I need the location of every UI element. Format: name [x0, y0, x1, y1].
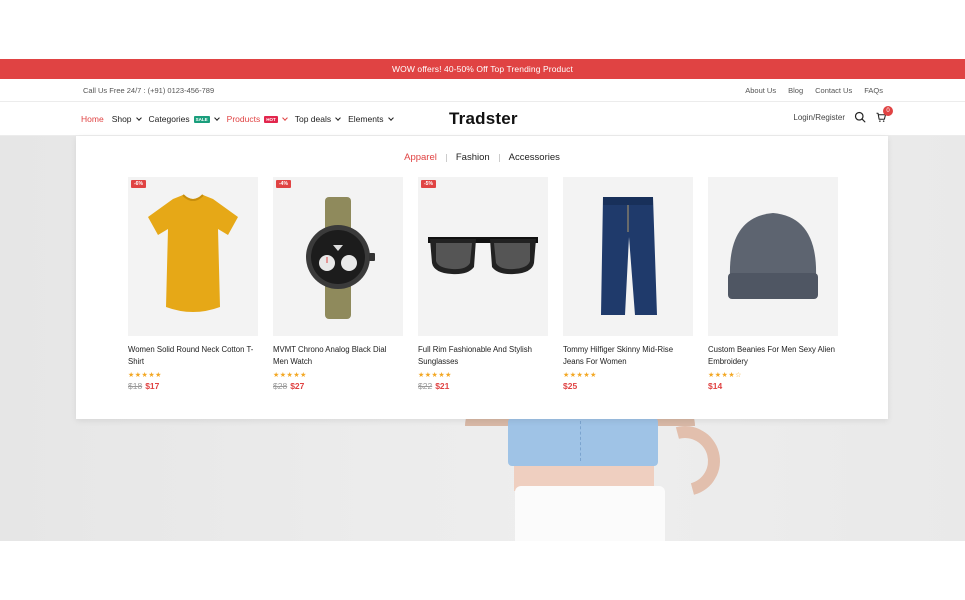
chevron-down-icon [281, 115, 288, 121]
cart-button[interactable]: 0 [875, 106, 893, 123]
mega-menu-tabs: Apparel Fashion Accessories [76, 152, 888, 163]
nav-top-deals-label: Top deals [294, 114, 332, 124]
main-nav: Home Shop Categories SALE Products HOT T… [0, 102, 965, 136]
promo-text[interactable]: WOW offers! 40-50% Off Top Trending Prod… [392, 64, 573, 74]
nav-actions: Login/Register 0 [793, 106, 893, 123]
hero-model-top [508, 418, 658, 466]
page: WOW offers! 40-50% Off Top Trending Prod… [0, 0, 965, 600]
sunglasses-image [428, 237, 538, 275]
current-price: $25 [563, 381, 578, 391]
product-card[interactable]: -5% Full Rim Fashionable And Stylish Sun… [418, 177, 548, 391]
faqs-link[interactable]: FAQs [864, 86, 883, 95]
beanie-image [728, 213, 818, 299]
watch-image [306, 197, 375, 319]
search-button[interactable] [854, 111, 866, 123]
rating-stars: ★★★★★ [273, 372, 307, 379]
product-image[interactable]: -5% [418, 177, 548, 336]
call-info: Call Us Free 24/7 : (+91) 0123-456-789 [83, 86, 215, 95]
nav-menu: Home Shop Categories SALE Products HOT T… [81, 114, 394, 124]
nav-categories[interactable]: Categories SALE [148, 114, 220, 124]
site-logo[interactable]: Tradster [449, 109, 518, 129]
nav-top-deals[interactable]: Top deals [294, 114, 341, 124]
product-card[interactable]: -6% Women Solid Round Neck Cotton T-Shir… [128, 177, 258, 391]
cart-count-badge: 0 [883, 106, 893, 116]
promo-bar[interactable]: WOW offers! 40-50% Off Top Trending Prod… [0, 59, 965, 79]
tshirt-image [148, 194, 238, 312]
top-links: About Us Blog Contact Us FAQs [745, 86, 883, 95]
product-card[interactable]: -4% MVMT Chrono Analog Black Dial Men Wa… [273, 177, 403, 391]
product-price: $28 $27 [273, 381, 403, 391]
nav-elements-label: Elements [348, 114, 384, 124]
old-price: $18 [128, 381, 143, 391]
current-price: $27 [290, 381, 305, 391]
product-price: $14 [708, 381, 838, 391]
product-card[interactable]: Tommy Hilfiger Skinny Mid-Rise Jeans For… [563, 177, 693, 391]
product-name[interactable]: Full Rim Fashionable And Stylish Sunglas… [418, 344, 548, 368]
about-us-link[interactable]: About Us [745, 86, 776, 95]
nav-shop[interactable]: Shop [111, 114, 142, 124]
nav-products[interactable]: Products HOT [226, 114, 288, 124]
old-price: $28 [273, 381, 288, 391]
nav-products-label: Products [226, 114, 261, 124]
current-price: $21 [435, 381, 450, 391]
hero-model-pants [515, 486, 665, 541]
tab-apparel[interactable]: Apparel [395, 152, 446, 163]
product-card[interactable]: Custom Beanies For Men Sexy Alien Embroi… [708, 177, 838, 391]
chevron-down-icon [213, 115, 220, 121]
tab-fashion[interactable]: Fashion [447, 152, 499, 163]
old-price: $22 [418, 381, 433, 391]
current-price: $17 [145, 381, 160, 391]
chevron-down-icon [135, 115, 142, 121]
chevron-down-icon [335, 115, 341, 121]
product-grid: -6% Women Solid Round Neck Cotton T-Shir… [128, 177, 838, 391]
nav-home[interactable]: Home [81, 114, 104, 124]
contact-us-link[interactable]: Contact Us [815, 86, 852, 95]
nav-elements[interactable]: Elements [348, 114, 394, 124]
hot-badge: HOT [264, 115, 278, 123]
discount-badge: -5% [421, 180, 436, 188]
current-price: $14 [708, 381, 723, 391]
rating-stars: ★★★★★ [128, 372, 162, 379]
chevron-down-icon [387, 115, 394, 121]
products-mega-menu: Apparel Fashion Accessories -6% Women So… [76, 136, 888, 419]
discount-badge: -6% [131, 180, 146, 188]
hero-model-top-buttons [580, 421, 582, 461]
discount-badge: -4% [276, 180, 291, 188]
product-image[interactable]: -6% [128, 177, 258, 336]
product-price: $18 $17 [128, 381, 258, 391]
product-image[interactable] [563, 177, 693, 336]
product-image[interactable] [708, 177, 838, 336]
rating-stars: ★★★★☆ [708, 372, 742, 379]
product-image[interactable]: -4% [273, 177, 403, 336]
sale-badge: SALE [193, 115, 210, 123]
blog-link[interactable]: Blog [788, 86, 803, 95]
product-price: $22 $21 [418, 381, 548, 391]
product-name[interactable]: MVMT Chrono Analog Black Dial Men Watch [273, 344, 403, 368]
product-name[interactable]: Tommy Hilfiger Skinny Mid-Rise Jeans For… [563, 344, 693, 368]
jeans-image [601, 197, 657, 315]
product-name[interactable]: Custom Beanies For Men Sexy Alien Embroi… [708, 344, 838, 368]
product-price: $25 [563, 381, 693, 391]
top-bar: Call Us Free 24/7 : (+91) 0123-456-789 A… [0, 79, 965, 102]
nav-categories-label: Categories [148, 114, 190, 124]
nav-shop-label: Shop [111, 114, 132, 124]
product-name[interactable]: Women Solid Round Neck Cotton T-Shirt [128, 344, 258, 368]
login-register-link[interactable]: Login/Register [793, 113, 845, 122]
rating-stars: ★★★★★ [418, 372, 452, 379]
search-icon [854, 111, 866, 123]
rating-stars: ★★★★★ [563, 372, 597, 379]
tab-accessories[interactable]: Accessories [500, 152, 569, 163]
